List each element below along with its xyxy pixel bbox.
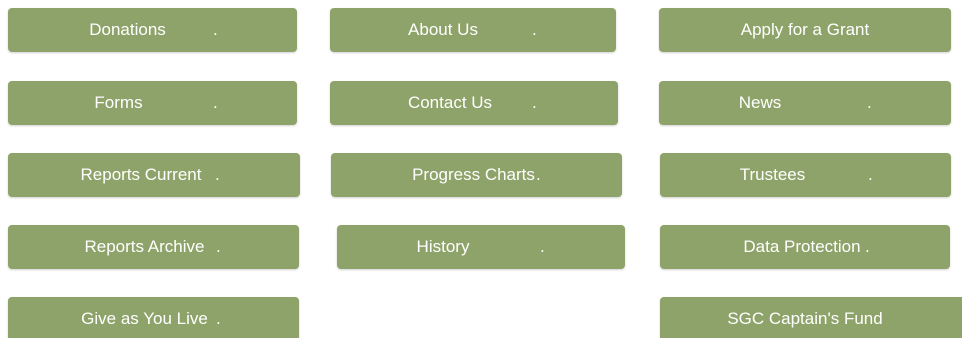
contact-us-button[interactable]: Contact Us . [330,81,618,125]
about-us-dot: . [532,20,537,39]
progress-charts-label: Progress Charts [412,165,535,184]
news-dot: . [867,93,872,112]
sgc-captains-fund-label: SGC Captain's Fund [727,309,883,328]
history-button[interactable]: History . [337,225,625,269]
news-button[interactable]: News . [659,81,951,125]
reports-archive-button[interactable]: Reports Archive . [8,225,299,269]
data-protection-button[interactable]: Data Protection . [660,225,950,269]
forms-label: Forms [94,93,143,112]
donations-button[interactable]: Donations . [8,8,297,52]
reports-current-label: Reports Current [80,165,202,184]
give-as-you-live-button[interactable]: Give as You Live . [8,297,299,338]
history-dot: . [540,237,545,256]
about-us-label: About Us [408,20,478,39]
apply-for-a-grant-button[interactable]: Apply for a Grant [659,8,951,52]
give-as-you-live-dot: . [216,309,221,328]
reports-archive-label: Reports Archive [84,237,205,256]
forms-dot: . [213,93,218,112]
data-protection-dot: . [865,237,870,256]
sgc-captains-fund-button[interactable]: SGC Captain's Fund [660,297,962,338]
donations-dot: . [213,20,218,39]
trustees-label: Trustees [739,165,806,184]
contact-us-label: Contact Us [407,93,493,112]
contact-us-dot: . [532,93,537,112]
forms-button[interactable]: Forms . [8,81,297,125]
donations-label: Donations [89,20,166,39]
reports-current-dot: . [215,165,220,184]
trustees-button[interactable]: Trustees . [660,153,951,197]
trustees-dot: . [868,165,873,184]
about-us-button[interactable]: About Us . [330,8,616,52]
give-as-you-live-label: Give as You Live [81,309,208,328]
nav-button-grid: Donations . About Us . Apply for a Grant… [0,0,962,338]
apply-for-a-grant-label: Apply for a Grant [740,20,870,39]
progress-charts-dot: . [536,165,541,184]
data-protection-label: Data Protection [743,237,861,256]
progress-charts-button[interactable]: Progress Charts . [331,153,622,197]
reports-current-button[interactable]: Reports Current . [8,153,300,197]
news-label: News [738,93,782,112]
reports-archive-dot: . [216,237,221,256]
